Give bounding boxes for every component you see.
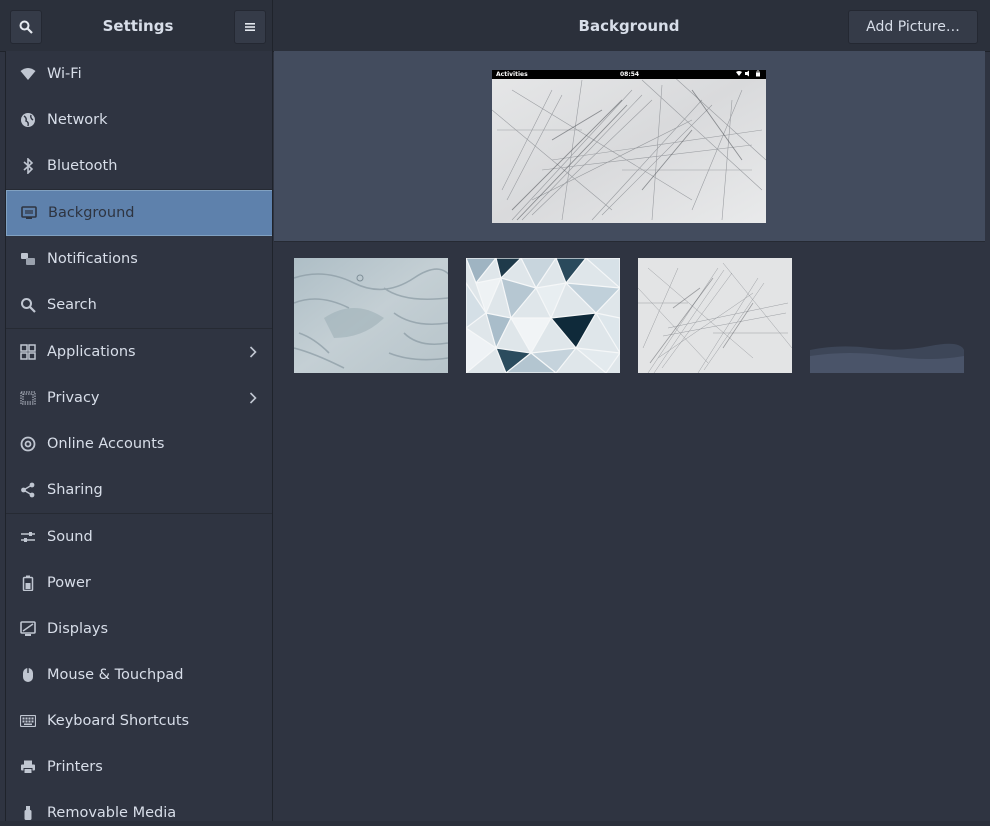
sidebar-item-sharing[interactable]: Sharing (6, 467, 272, 513)
preview-top-bar: Activities 08:54 (492, 70, 766, 79)
network-icon (18, 110, 38, 130)
chevron-right-icon (249, 389, 257, 408)
search-icon (19, 20, 33, 34)
wallpaper-thumbnail-triangles[interactable] (466, 258, 620, 373)
hamburger-icon (245, 23, 255, 31)
sidebar-item-bluetooth[interactable]: Bluetooth (6, 143, 272, 189)
online-accounts-icon (18, 434, 38, 454)
background-panel: Activities 08:54 (274, 51, 985, 821)
sidebar-item-label: Applications (47, 344, 136, 360)
sidebar-item-network[interactable]: Network (6, 97, 272, 143)
bluetooth-icon (18, 156, 38, 176)
sidebar-item-removable-media[interactable]: Removable Media (6, 790, 272, 821)
wallpaper-thumbnail-waves[interactable] (810, 258, 964, 373)
sidebar-item-search[interactable]: Search (6, 282, 272, 328)
wallpaper-thumbnail-dunes[interactable] (294, 258, 448, 373)
printer-icon (18, 757, 38, 777)
notifications-icon (18, 249, 38, 269)
wallpaper-thumbnail-lines[interactable] (638, 258, 792, 373)
removable-media-icon (18, 803, 38, 821)
applications-icon (18, 342, 38, 362)
preview-status-icons (736, 70, 762, 80)
sidebar: Wi-Fi Network Bluetooth Background Notif… (5, 51, 273, 821)
privacy-icon (18, 388, 38, 408)
sidebar-item-online-accounts[interactable]: Online Accounts (6, 421, 272, 467)
sidebar-item-label: Mouse & Touchpad (47, 667, 184, 683)
mouse-icon (18, 665, 38, 685)
chevron-right-icon (249, 343, 257, 362)
sidebar-item-printers[interactable]: Printers (6, 744, 272, 790)
sidebar-item-label: Privacy (47, 390, 100, 406)
preview-activities-label: Activities (496, 71, 528, 78)
current-background-preview: Activities 08:54 (492, 70, 766, 223)
sidebar-title: Settings (102, 17, 174, 35)
sidebar-item-label: Printers (47, 759, 103, 775)
sidebar-item-notifications[interactable]: Notifications (6, 236, 272, 282)
sidebar-item-applications[interactable]: Applications (6, 329, 272, 375)
power-icon (18, 573, 38, 593)
sidebar-item-label: Search (47, 297, 97, 313)
displays-icon (18, 619, 38, 639)
sidebar-item-privacy[interactable]: Privacy (6, 375, 272, 421)
current-background-image (492, 70, 766, 223)
sidebar-item-label: Sharing (47, 482, 103, 498)
settings-window: Settings Background Add Picture… Wi-Fi N… (0, 0, 990, 826)
sidebar-item-sound[interactable]: Sound (6, 514, 272, 560)
search-button[interactable] (10, 10, 42, 44)
sharing-icon (18, 480, 38, 500)
sidebar-item-label: Removable Media (47, 805, 177, 821)
sidebar-item-label: Power (47, 575, 91, 591)
sidebar-item-label: Network (47, 112, 108, 128)
background-preview-area: Activities 08:54 (274, 51, 985, 242)
preview-clock: 08:54 (620, 71, 640, 78)
sidebar-item-label: Online Accounts (47, 436, 165, 452)
keyboard-icon (18, 711, 38, 731)
wifi-icon (18, 64, 38, 84)
sidebar-item-power[interactable]: Power (6, 560, 272, 606)
sidebar-item-label: Background (48, 205, 135, 221)
sidebar-item-label: Notifications (47, 251, 138, 267)
sidebar-item-label: Bluetooth (47, 158, 118, 174)
header-bar: Settings Background Add Picture… (0, 0, 990, 52)
search-icon (18, 295, 38, 315)
sidebar-item-label: Displays (47, 621, 109, 637)
sidebar-item-label: Wi-Fi (47, 66, 82, 82)
sidebar-header: Settings (0, 0, 273, 52)
bottom-edge (0, 821, 990, 826)
sidebar-item-background[interactable]: Background (6, 190, 272, 236)
sidebar-item-label: Keyboard Shortcuts (47, 713, 190, 729)
sidebar-item-displays[interactable]: Displays (6, 606, 272, 652)
add-picture-button[interactable]: Add Picture… (848, 10, 978, 44)
sidebar-item-wifi[interactable]: Wi-Fi (6, 51, 272, 97)
sidebar-item-mouse-touchpad[interactable]: Mouse & Touchpad (6, 652, 272, 698)
menu-button[interactable] (234, 10, 266, 44)
sidebar-item-label: Sound (47, 529, 93, 545)
sidebar-item-keyboard-shortcuts[interactable]: Keyboard Shortcuts (6, 698, 272, 744)
sound-icon (18, 527, 38, 547)
background-icon (19, 203, 39, 223)
